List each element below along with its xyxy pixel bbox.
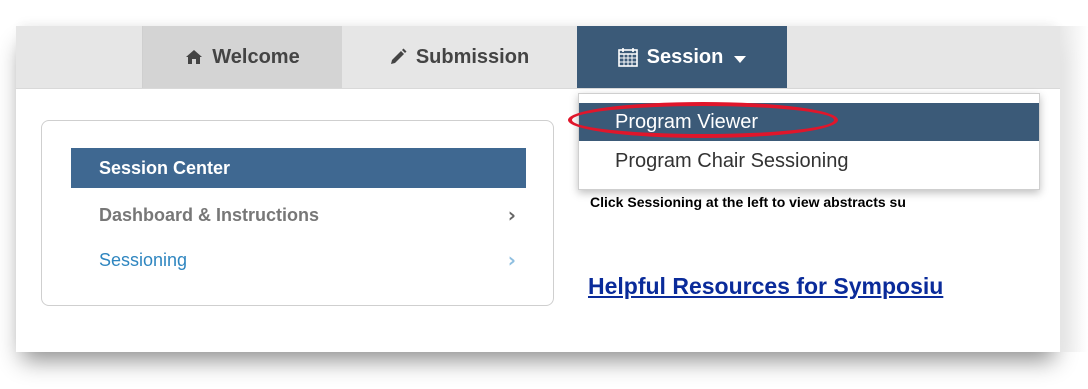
tab-session-label: Session: [646, 45, 724, 68]
edge-fade: [1060, 26, 1088, 352]
panel-header[interactable]: Session Center: [71, 148, 526, 188]
pencil-icon: [389, 48, 407, 66]
menu-item-program-viewer[interactable]: Program Viewer: [579, 103, 1039, 141]
top-navbar: Welcome Submission Session: [16, 26, 1060, 89]
chevron-right-icon: ›: [507, 203, 516, 227]
tab-submission-label: Submission: [415, 45, 530, 68]
chevron-right-icon: ›: [507, 248, 516, 272]
menu-item-program-chair-sessioning[interactable]: Program Chair Sessioning: [579, 142, 1039, 180]
caret-down-icon: [734, 55, 747, 63]
session-dropdown-menu: Program Viewer Program Chair Sessioning: [578, 93, 1040, 190]
screenshot-frame: Welcome Submission Session Session Cente…: [16, 26, 1060, 352]
session-center-panel: Session Center Dashboard & Instructions …: [41, 120, 554, 306]
home-icon: [185, 49, 203, 65]
helpful-resources-link[interactable]: Helpful Resources for Symposiu: [588, 273, 943, 300]
tab-welcome[interactable]: Welcome: [142, 26, 342, 88]
tab-session[interactable]: Session: [577, 26, 787, 88]
sidebar-item-label: Dashboard & Instructions: [99, 204, 320, 225]
sidebar-item-sessioning[interactable]: Sessioning ›: [71, 241, 526, 279]
sidebar-item-dashboard[interactable]: Dashboard & Instructions ›: [71, 196, 526, 234]
tab-submission[interactable]: Submission: [342, 26, 576, 88]
instruction-text: Click Sessioning at the left to view abs…: [590, 194, 906, 210]
tab-welcome-label: Welcome: [212, 45, 300, 68]
calendar-icon: [617, 47, 638, 67]
sidebar-item-label: Sessioning: [99, 249, 188, 270]
